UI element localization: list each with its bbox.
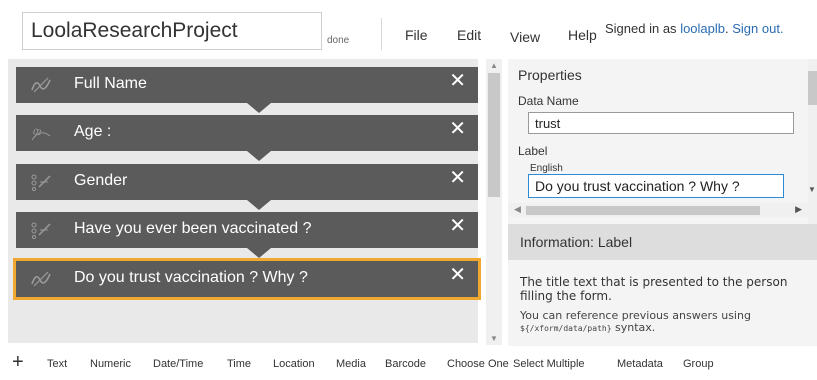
question-list-panel: Full Name ✕ ⁰² Age : ✕ Gender ✕ Have you… xyxy=(8,59,481,343)
notch xyxy=(247,103,271,113)
scrollbar-thumb[interactable] xyxy=(526,206,760,215)
properties-hscrollbar[interactable]: ◀ ▶ xyxy=(508,203,808,217)
info-code: ${/xform/data/path} xyxy=(520,324,612,333)
scrollbar-thumb[interactable] xyxy=(488,73,500,197)
menu-file[interactable]: File xyxy=(405,27,428,43)
language-label: English xyxy=(530,163,563,174)
question-item[interactable]: Have you ever been vaccinated ? ✕ xyxy=(16,212,478,258)
info-panel: The title text that is presented to the … xyxy=(508,260,817,346)
info-heading: Information: Label xyxy=(508,224,817,260)
label-input[interactable]: Do you trust vaccination ? Why ? xyxy=(528,174,784,198)
scroll-left-icon[interactable]: ◀ xyxy=(514,204,521,215)
toolbar-item-media[interactable]: Media xyxy=(336,358,366,370)
close-icon[interactable]: ✕ xyxy=(449,265,466,285)
info-description: The title text that is presented to the … xyxy=(520,275,788,303)
signin-prefix: Signed in as xyxy=(605,21,677,36)
toolbar-item-datetime[interactable]: Date/Time xyxy=(153,358,203,370)
menu-help[interactable]: Help xyxy=(568,27,597,43)
question-label: Full Name xyxy=(74,75,147,92)
toolbar-item-numeric[interactable]: Numeric xyxy=(90,358,131,370)
info-hint-suffix: syntax. xyxy=(615,321,656,334)
data-name-label: Data Name xyxy=(518,94,579,108)
numeric-question-icon: ⁰² xyxy=(30,124,52,143)
scroll-down-icon[interactable]: ▼ xyxy=(808,185,816,194)
notch xyxy=(247,151,271,161)
choice-question-icon xyxy=(30,173,52,192)
toolbar-item-time[interactable]: Time xyxy=(227,358,251,370)
properties-panel: Properties Data Name trust Label English… xyxy=(508,59,808,224)
properties-vscrollbar[interactable]: ▼ xyxy=(808,59,817,224)
project-title-input[interactable]: LoolaResearchProject xyxy=(22,12,322,50)
username-link[interactable]: loolaplb xyxy=(680,21,725,36)
data-name-input[interactable]: trust xyxy=(528,112,794,134)
question-label: Have you ever been vaccinated ? xyxy=(74,220,312,237)
scroll-down-icon[interactable]: ▼ xyxy=(490,334,498,343)
text-question-icon xyxy=(30,270,52,288)
toolbar-item-text[interactable]: Text xyxy=(47,358,67,370)
question-label: Age : xyxy=(74,123,112,140)
add-icon[interactable]: + xyxy=(12,352,24,372)
notch xyxy=(247,248,271,258)
scrollbar-thumb[interactable] xyxy=(808,71,817,105)
close-icon[interactable]: ✕ xyxy=(449,119,466,139)
add-question-toolbar: + Text Numeric Date/Time Time Location M… xyxy=(0,352,817,380)
choice-question-icon xyxy=(30,221,52,240)
scroll-right-icon[interactable]: ▶ xyxy=(795,204,802,215)
question-item[interactable]: ⁰² Age : ✕ xyxy=(16,115,478,161)
header-divider xyxy=(381,18,382,50)
question-item[interactable]: Gender ✕ xyxy=(16,164,478,210)
text-question-icon xyxy=(30,76,52,94)
toolbar-item-barcode[interactable]: Barcode xyxy=(385,358,426,370)
question-item[interactable]: Full Name ✕ xyxy=(16,67,478,113)
scroll-up-icon[interactable]: ▲ xyxy=(490,61,498,70)
header: LoolaResearchProject done File Edit View… xyxy=(0,0,817,60)
question-item-selected[interactable]: Do you trust vaccination ? Why ? ✕ xyxy=(13,258,481,300)
signin-status: Signed in as loolaplb. Sign out. xyxy=(605,21,784,36)
toolbar-item-metadata[interactable]: Metadata xyxy=(617,358,663,370)
toolbar-item-select-multiple[interactable]: Select Multiple xyxy=(513,358,585,370)
done-link[interactable]: done xyxy=(327,35,349,46)
notch xyxy=(247,200,271,210)
close-icon[interactable]: ✕ xyxy=(449,71,466,91)
signout-link[interactable]: Sign out. xyxy=(732,21,783,36)
menu-view[interactable]: View xyxy=(510,29,540,45)
menu-edit[interactable]: Edit xyxy=(457,27,481,43)
label-label: Label xyxy=(518,144,548,158)
toolbar-item-location[interactable]: Location xyxy=(273,358,315,370)
question-label: Do you trust vaccination ? Why ? xyxy=(74,269,308,286)
properties-heading: Properties xyxy=(518,67,582,83)
info-hint: You can reference previous answers using… xyxy=(520,310,812,335)
close-icon[interactable]: ✕ xyxy=(449,168,466,188)
close-icon[interactable]: ✕ xyxy=(449,216,466,236)
toolbar-item-group[interactable]: Group xyxy=(683,358,714,370)
question-list-scrollbar[interactable]: ▲ ▼ xyxy=(486,59,502,345)
toolbar-item-choose-one[interactable]: Choose One xyxy=(447,358,509,370)
question-label: Gender xyxy=(74,172,128,189)
